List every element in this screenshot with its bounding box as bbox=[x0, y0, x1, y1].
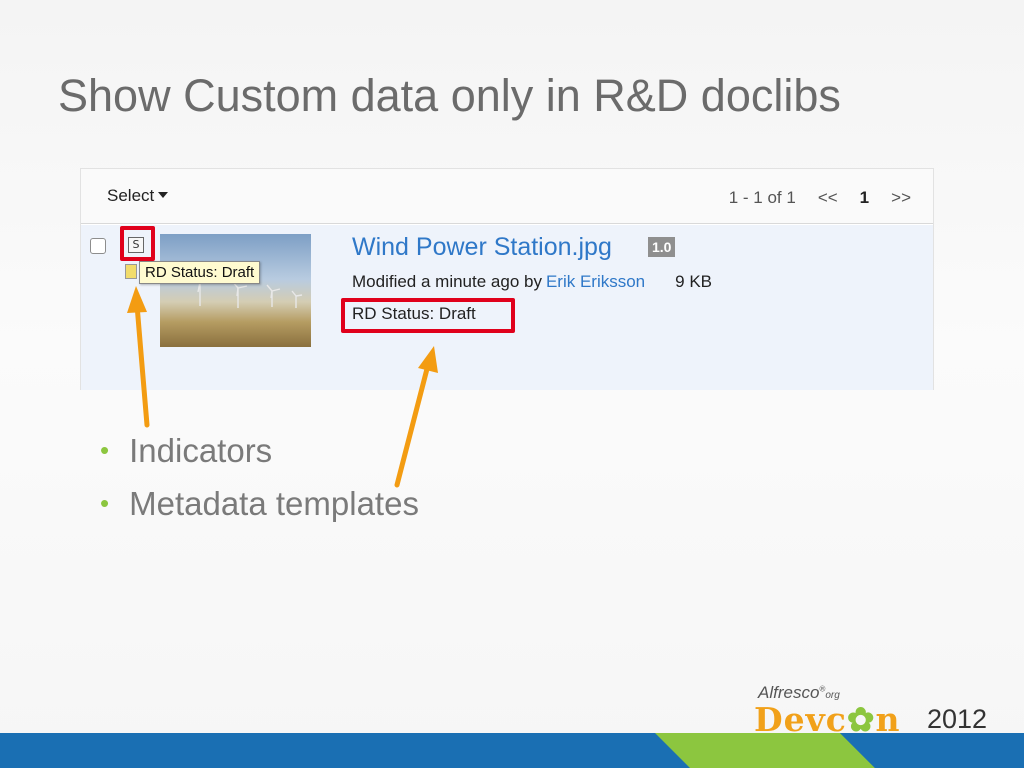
devcon-year: 2012 bbox=[927, 704, 988, 734]
indicator-arrowhead-icon bbox=[127, 286, 147, 313]
metadata-arrowhead-icon bbox=[418, 346, 438, 373]
bullet-item: • Indicators bbox=[100, 432, 419, 470]
bullet-list: • Indicators • Metadata templates bbox=[100, 432, 419, 538]
bullet-dot-icon: • bbox=[100, 488, 110, 518]
footer-bar bbox=[0, 733, 1024, 768]
indicator-arrow bbox=[134, 302, 150, 428]
bullet-text: Metadata templates bbox=[129, 485, 419, 522]
footer-green-band bbox=[655, 733, 875, 768]
bullet-item: • Metadata templates bbox=[100, 485, 419, 523]
bullet-dot-icon: • bbox=[100, 435, 110, 465]
bullet-text: Indicators bbox=[129, 432, 273, 469]
callout-arrows bbox=[127, 286, 438, 488]
